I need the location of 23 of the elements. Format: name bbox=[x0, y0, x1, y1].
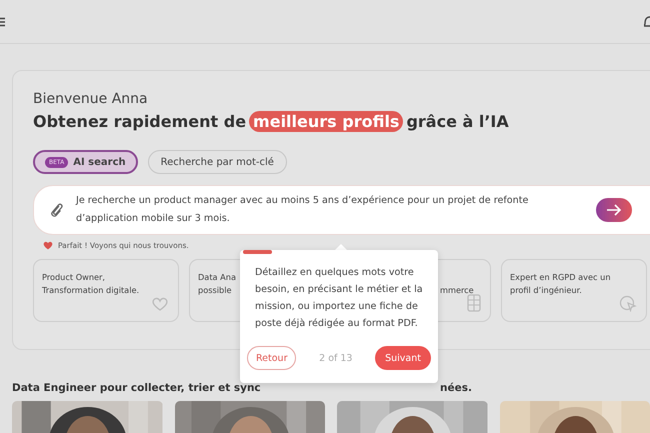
headline: grâce à l’IA bbox=[406, 112, 509, 131]
greeting: Bienvenue Anna bbox=[33, 91, 149, 107]
step-counter: 2 of 13 bbox=[319, 352, 352, 364]
tour-text: Détaillez en quelques mots votre besoin, en précisant le métier et la mission, ou importez une fiche de poste déjà rédigée au format PDF. bbox=[255, 266, 423, 331]
suggestion-card[interactable]: Product Owner, Transformation digitale. bbox=[33, 259, 179, 322]
back-button[interactable]: Retour bbox=[247, 346, 296, 370]
search-query: Je recherche un product manager avec au moins 5 ans d’expérience pour un projet de refonte d’application mobile sur 3 mois. bbox=[76, 194, 530, 226]
arrow-right-icon bbox=[606, 204, 622, 216]
suggestion-card[interactable]: Expert en RGPD avec un profil d’ingénieur. bbox=[501, 259, 647, 322]
section-title: Data Engineer pour collecter, trier et sync bbox=[12, 382, 261, 394]
headline: Obtenez rapidement de bbox=[33, 112, 246, 131]
next-button[interactable]: Suivant bbox=[375, 346, 431, 370]
search-field[interactable]: Je recherche un product manager avec au moins 5 ans d’expérience pour un projet de refonte d’application mobile sur 3 mois. bbox=[33, 185, 650, 235]
highlight-label: meilleurs profils bbox=[249, 111, 404, 132]
submit-button[interactable] bbox=[596, 198, 632, 222]
cursor-icon bbox=[619, 294, 637, 312]
heart-icon bbox=[43, 241, 53, 250]
search-mode-tab[interactable]: Recherche par mot-clé bbox=[148, 150, 287, 174]
section-title: nées. bbox=[440, 382, 472, 394]
heart-icon bbox=[151, 296, 169, 312]
stack-icon bbox=[467, 294, 481, 312]
paperclip-icon[interactable] bbox=[50, 202, 64, 218]
menu-icon[interactable] bbox=[0, 16, 5, 26]
